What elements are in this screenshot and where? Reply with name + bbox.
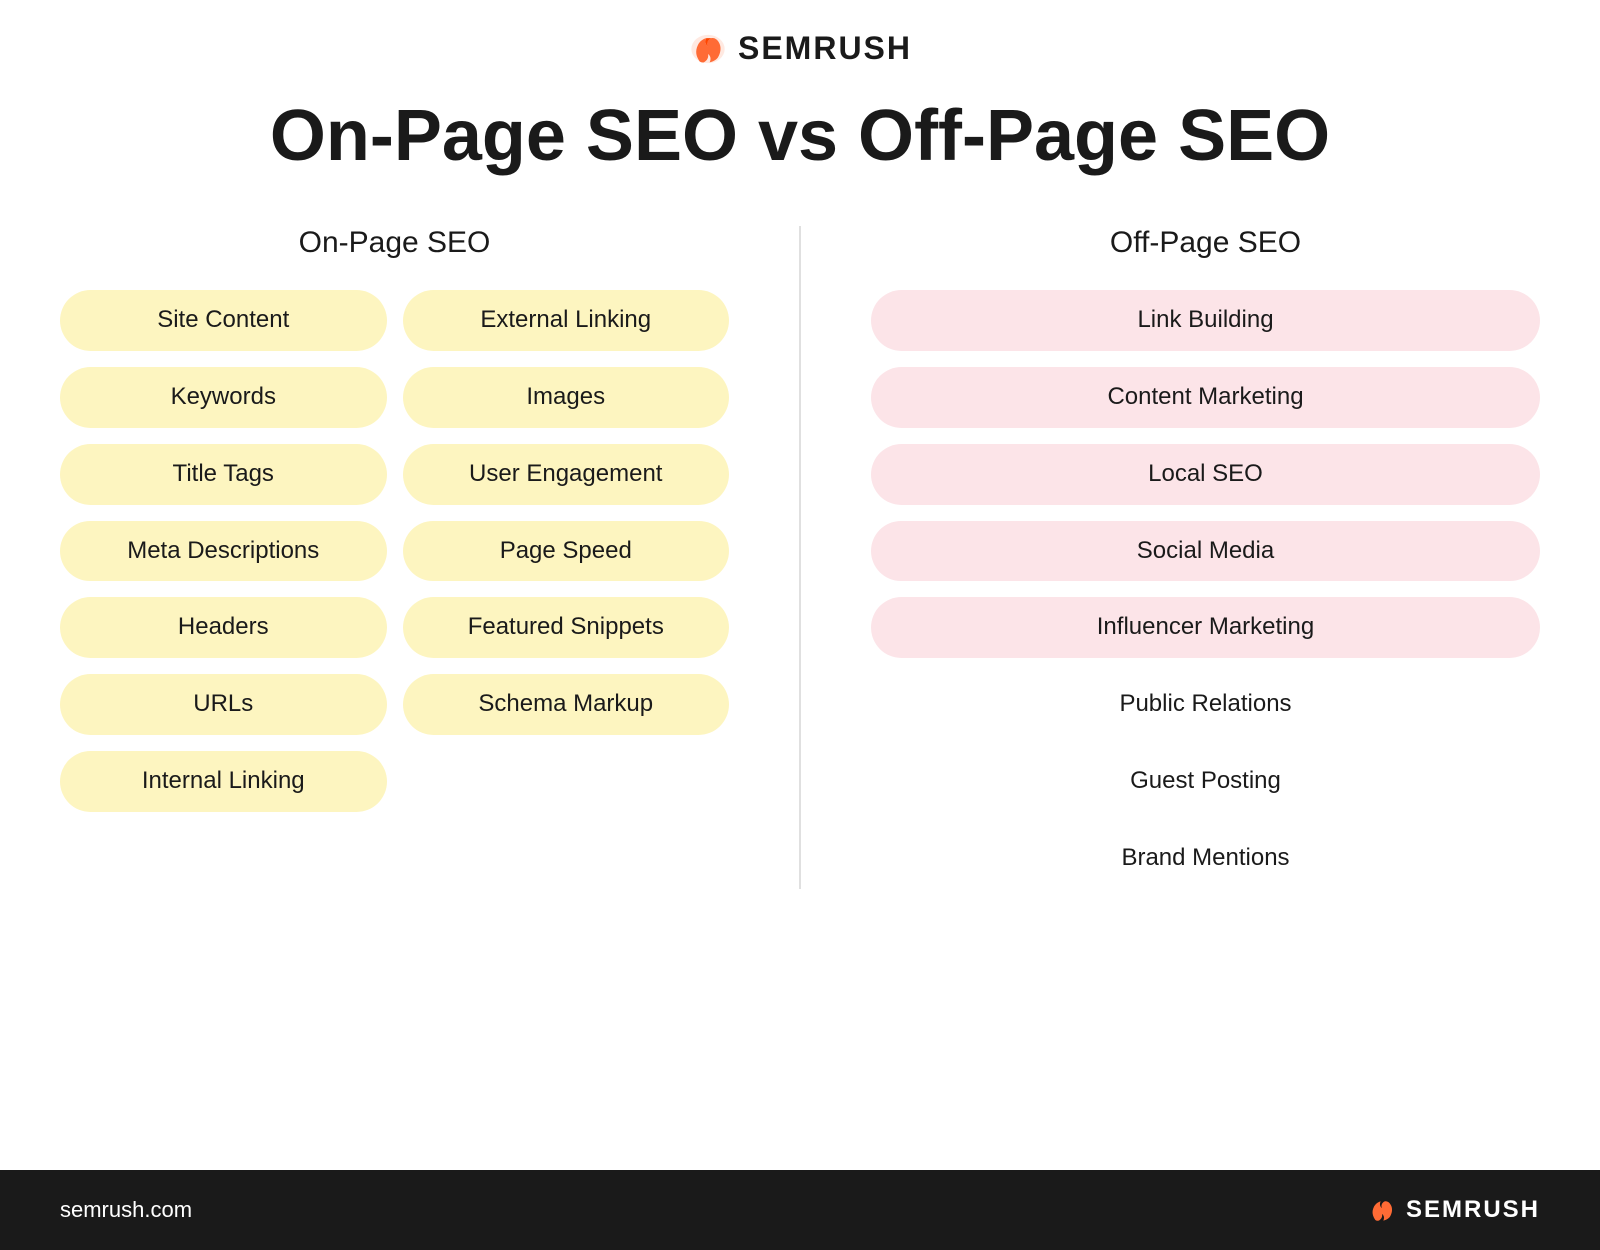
list-item: Public Relations — [871, 674, 1540, 735]
offpage-column: Off-Page SEO Link Building Content Marke… — [871, 226, 1540, 888]
footer-url: semrush.com — [60, 1197, 192, 1223]
column-divider — [799, 226, 801, 888]
main-content: SEMRUSH On-Page SEO vs Off-Page SEO On-P… — [0, 0, 1600, 1170]
list-item: Influencer Marketing — [871, 597, 1540, 658]
list-item: Title Tags — [60, 444, 387, 505]
list-item: Schema Markup — [403, 674, 730, 735]
onpage-grid: Site Content External Linking Keywords I… — [60, 290, 729, 812]
logo-text: SEMRUSH — [738, 30, 912, 67]
list-item: Social Media — [871, 521, 1540, 582]
list-item: User Engagement — [403, 444, 730, 505]
list-item: External Linking — [403, 290, 730, 351]
list-item: Site Content — [60, 290, 387, 351]
list-item: Content Marketing — [871, 367, 1540, 428]
list-item: Internal Linking — [60, 751, 387, 812]
list-item: Featured Snippets — [403, 597, 730, 658]
columns-wrapper: On-Page SEO Site Content External Linkin… — [60, 226, 1540, 888]
onpage-column-title: On-Page SEO — [299, 226, 491, 260]
list-item: Page Speed — [403, 521, 730, 582]
list-item: Guest Posting — [871, 751, 1540, 812]
list-item: Keywords — [60, 367, 387, 428]
page-title: On-Page SEO vs Off-Page SEO — [270, 97, 1330, 176]
footer-logo-icon — [1366, 1197, 1398, 1223]
list-item: URLs — [60, 674, 387, 735]
footer-logo: SEMRUSH — [1366, 1196, 1540, 1224]
list-item: Images — [403, 367, 730, 428]
list-item: Headers — [60, 597, 387, 658]
list-item: Local SEO — [871, 444, 1540, 505]
onpage-column: On-Page SEO Site Content External Linkin… — [60, 226, 729, 888]
semrush-logo-icon — [688, 33, 728, 65]
list-item: Brand Mentions — [871, 828, 1540, 889]
list-item: Meta Descriptions — [60, 521, 387, 582]
footer: semrush.com SEMRUSH — [0, 1170, 1600, 1250]
footer-logo-text: SEMRUSH — [1406, 1196, 1540, 1224]
offpage-list: Link Building Content Marketing Local SE… — [871, 290, 1540, 888]
offpage-column-title: Off-Page SEO — [1110, 226, 1301, 260]
logo-area: SEMRUSH — [688, 30, 912, 67]
list-item: Link Building — [871, 290, 1540, 351]
